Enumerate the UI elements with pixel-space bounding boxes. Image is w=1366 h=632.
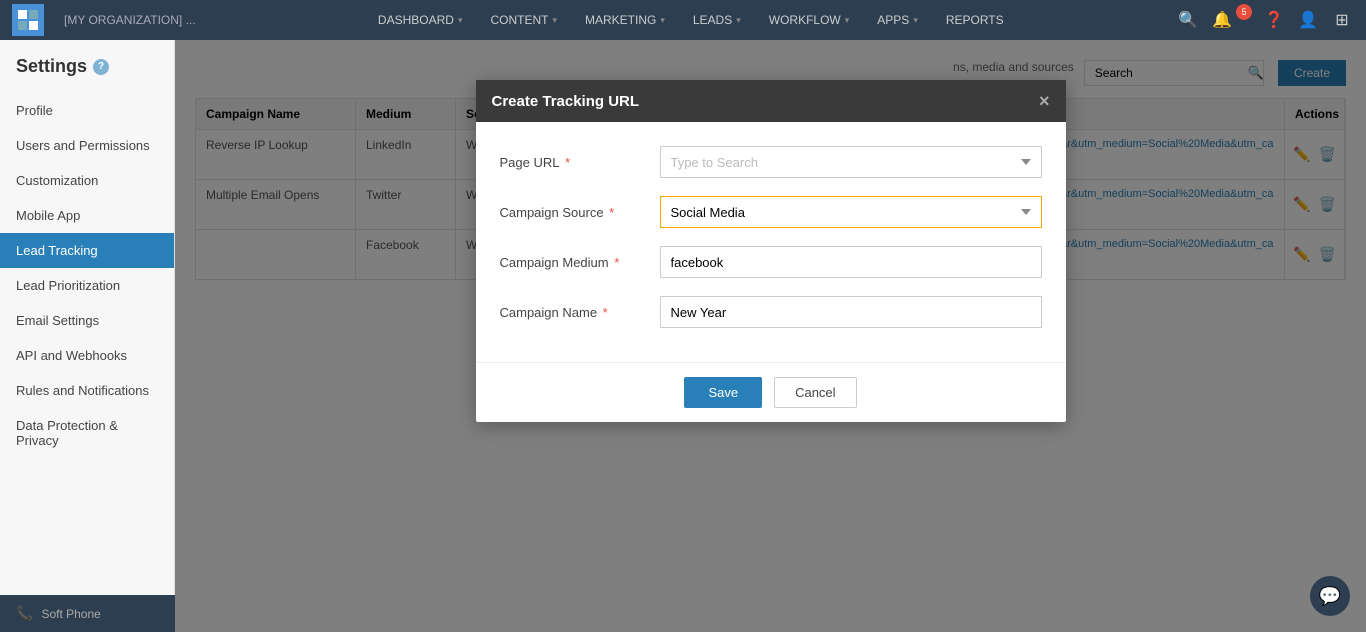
- main-layout: Settings ? Profile Users and Permissions…: [0, 40, 1366, 632]
- top-nav: [MY ORGANIZATION] ... DASHBOARD ▾ CONTEN…: [0, 0, 1366, 40]
- nav-leads-label: LEADS: [693, 13, 732, 27]
- sidebar-customization-label: Customization: [16, 173, 98, 188]
- nav-items: DASHBOARD ▾ CONTENT ▾ MARKETING ▾ LEADS …: [226, 0, 1156, 40]
- modal-footer: Save Cancel: [476, 362, 1066, 422]
- sidebar-data-protection-label: Data Protection & Privacy: [16, 418, 118, 448]
- nav-marketing-label: MARKETING: [585, 13, 656, 27]
- settings-title: Settings ?: [0, 56, 174, 93]
- cancel-button[interactable]: Cancel: [774, 377, 856, 408]
- campaign-source-select[interactable]: Social Media: [660, 196, 1042, 228]
- sidebar: Settings ? Profile Users and Permissions…: [0, 40, 175, 632]
- soft-phone-bar[interactable]: 📞 Soft Phone: [0, 595, 175, 632]
- nav-dashboard-chevron: ▾: [458, 15, 463, 26]
- nav-apps-chevron: ▾: [913, 15, 918, 26]
- modal-overlay: Create Tracking URL × Page URL * Type to…: [175, 40, 1366, 632]
- modal-close-button[interactable]: ×: [1039, 92, 1050, 110]
- content-area: ns, media and sources 🔍 Create Campaign …: [175, 40, 1366, 632]
- sidebar-users-label: Users and Permissions: [16, 138, 150, 153]
- nav-workflow-label: WORKFLOW: [769, 13, 841, 27]
- sidebar-lead-tracking-label: Lead Tracking: [16, 243, 98, 258]
- sidebar-item-rules[interactable]: Rules and Notifications: [0, 373, 174, 408]
- sidebar-email-label: Email Settings: [16, 313, 99, 328]
- campaign-source-label: Campaign Source *: [500, 205, 660, 220]
- nav-marketing[interactable]: MARKETING ▾: [571, 0, 679, 40]
- page-url-row: Page URL * Type to Search: [500, 146, 1042, 178]
- nav-apps[interactable]: APPS ▾: [863, 0, 932, 40]
- sidebar-item-users[interactable]: Users and Permissions: [0, 128, 174, 163]
- sidebar-rules-label: Rules and Notifications: [16, 383, 149, 398]
- campaign-source-row: Campaign Source * Social Media: [500, 196, 1042, 228]
- user-icon[interactable]: 👤: [1296, 10, 1320, 30]
- nav-dashboard[interactable]: DASHBOARD ▾: [364, 0, 477, 40]
- notifications-icon[interactable]: 🔔: [1210, 10, 1234, 30]
- required-asterisk: *: [561, 155, 570, 170]
- soft-phone-label: Soft Phone: [41, 607, 100, 621]
- grid-icon[interactable]: ⊞: [1330, 10, 1354, 30]
- notification-badge: 5: [1236, 4, 1252, 20]
- campaign-medium-label: Campaign Medium *: [500, 255, 660, 270]
- chat-icon: 💬: [1319, 586, 1341, 607]
- sidebar-item-api[interactable]: API and Webhooks: [0, 338, 174, 373]
- nav-reports-label: REPORTS: [946, 13, 1004, 27]
- help-icon[interactable]: ❓: [1262, 10, 1286, 30]
- nav-apps-label: APPS: [877, 13, 909, 27]
- sidebar-item-profile[interactable]: Profile: [0, 93, 174, 128]
- campaign-medium-input[interactable]: [660, 246, 1042, 278]
- required-asterisk: *: [599, 305, 608, 320]
- modal-header: Create Tracking URL ×: [476, 80, 1066, 122]
- nav-content-label: CONTENT: [490, 13, 548, 27]
- nav-marketing-chevron: ▾: [660, 15, 665, 26]
- nav-leads[interactable]: LEADS ▾: [679, 0, 755, 40]
- modal-body: Page URL * Type to Search Campaign Sourc…: [476, 122, 1066, 362]
- save-button[interactable]: Save: [684, 377, 762, 408]
- nav-reports[interactable]: REPORTS: [932, 0, 1018, 40]
- sidebar-item-mobile-app[interactable]: Mobile App: [0, 198, 174, 233]
- logo[interactable]: [12, 4, 44, 36]
- campaign-name-row: Campaign Name *: [500, 296, 1042, 328]
- nav-content[interactable]: CONTENT ▾: [476, 0, 571, 40]
- sidebar-profile-label: Profile: [16, 103, 53, 118]
- nav-content-chevron: ▾: [552, 15, 557, 26]
- modal-title: Create Tracking URL: [492, 93, 640, 110]
- sidebar-item-lead-prioritization[interactable]: Lead Prioritization: [0, 268, 174, 303]
- search-icon[interactable]: 🔍: [1176, 10, 1200, 30]
- campaign-name-input[interactable]: [660, 296, 1042, 328]
- nav-dashboard-label: DASHBOARD: [378, 13, 454, 27]
- settings-help-icon[interactable]: ?: [93, 59, 109, 75]
- nav-workflow[interactable]: WORKFLOW ▾: [755, 0, 864, 40]
- page-url-select[interactable]: Type to Search: [660, 146, 1042, 178]
- required-asterisk: *: [611, 255, 620, 270]
- settings-label: Settings: [16, 56, 87, 77]
- sidebar-item-customization[interactable]: Customization: [0, 163, 174, 198]
- sidebar-item-lead-tracking[interactable]: Lead Tracking: [0, 233, 174, 268]
- sidebar-item-data-protection[interactable]: Data Protection & Privacy: [0, 408, 174, 458]
- nav-right-icons: 🔍 🔔 5 ❓ 👤 ⊞: [1176, 10, 1354, 30]
- sidebar-mobile-label: Mobile App: [16, 208, 80, 223]
- sidebar-item-email-settings[interactable]: Email Settings: [0, 303, 174, 338]
- create-tracking-url-modal: Create Tracking URL × Page URL * Type to…: [476, 80, 1066, 422]
- campaign-medium-row: Campaign Medium *: [500, 246, 1042, 278]
- sidebar-api-label: API and Webhooks: [16, 348, 127, 363]
- page-url-label: Page URL *: [500, 155, 660, 170]
- chat-bubble[interactable]: 💬: [1310, 576, 1350, 616]
- campaign-name-label: Campaign Name *: [500, 305, 660, 320]
- nav-leads-chevron: ▾: [736, 15, 741, 26]
- phone-icon: 📞: [16, 605, 33, 622]
- required-asterisk: *: [606, 205, 615, 220]
- sidebar-lead-prioritization-label: Lead Prioritization: [16, 278, 120, 293]
- org-name: [MY ORGANIZATION] ...: [64, 13, 196, 27]
- nav-workflow-chevron: ▾: [845, 15, 850, 26]
